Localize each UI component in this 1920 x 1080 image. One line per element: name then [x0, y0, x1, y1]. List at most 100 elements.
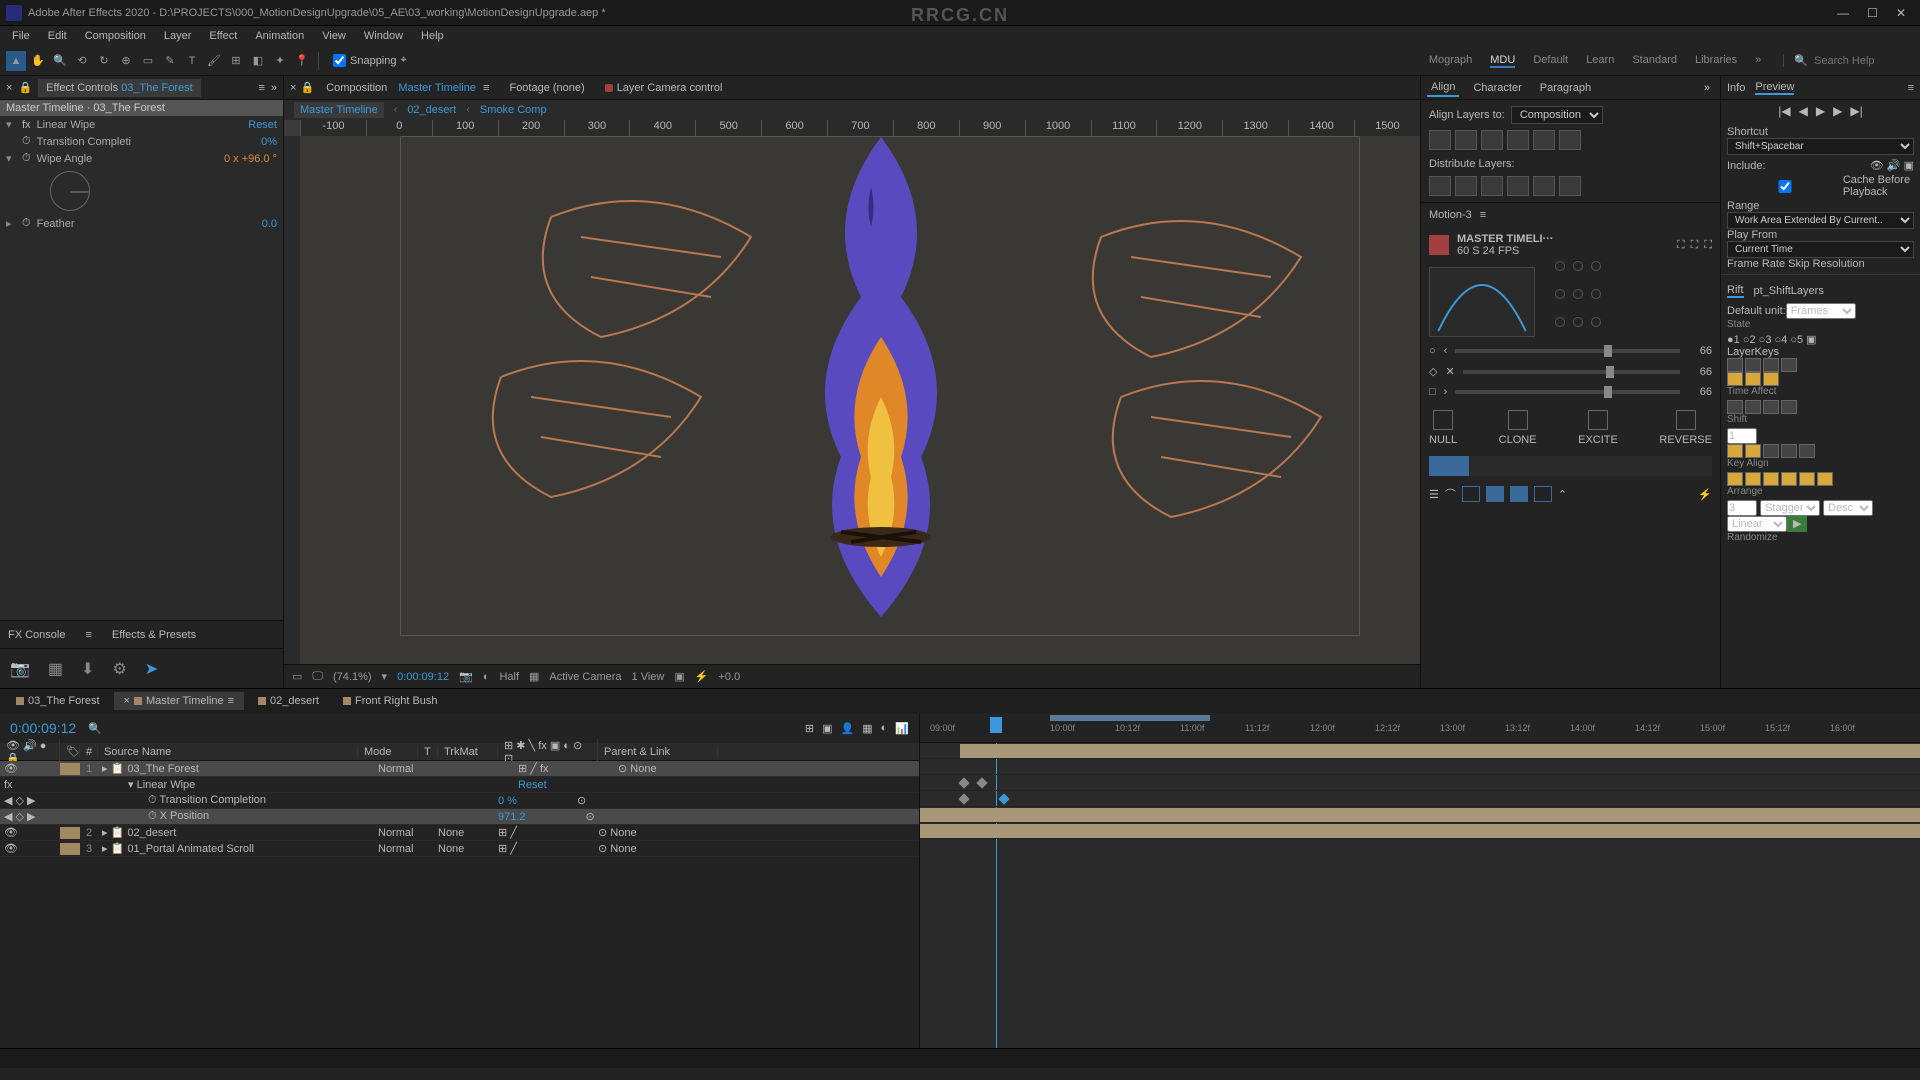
range-dropdown[interactable]: Work Area Extended By Current.. [1727, 212, 1914, 229]
keyframe[interactable] [998, 793, 1009, 804]
workspace-libraries[interactable]: Libraries [1695, 54, 1737, 68]
keyalign-btn[interactable] [1817, 472, 1833, 486]
tab-rift[interactable]: Rift [1727, 284, 1744, 298]
workspace-mdu[interactable]: MDU [1490, 54, 1515, 68]
align-vcenter-button[interactable] [1533, 130, 1555, 150]
distribute-button[interactable] [1481, 176, 1503, 196]
zoom-dropdown[interactable]: (74.1%) [333, 671, 372, 683]
stopwatch-icon[interactable]: ⏱ [22, 135, 31, 148]
timeline-tab[interactable]: 02_desert [248, 692, 329, 710]
ease-slider[interactable] [1463, 370, 1680, 374]
footage-tab[interactable]: Footage (none) [501, 79, 592, 97]
composition-artboard[interactable] [400, 136, 1360, 636]
ease-value[interactable]: 66 [1688, 386, 1712, 398]
rotate-tool[interactable]: ↻ [94, 51, 114, 71]
keyalign-btn[interactable] [1745, 472, 1761, 486]
eraser-tool[interactable]: ◧ [248, 51, 268, 71]
distribute-button[interactable] [1455, 176, 1477, 196]
workspace-learn[interactable]: Learn [1586, 54, 1614, 68]
snapping-toggle[interactable]: Snapping ⌖ [333, 54, 407, 67]
menu-window[interactable]: Window [356, 28, 411, 44]
camera-icon[interactable]: 📷 [10, 659, 30, 679]
rect-tool[interactable]: ▭ [138, 51, 158, 71]
property-track[interactable] [920, 759, 1920, 775]
fullscreen-icon[interactable]: ⛶ [1704, 239, 1712, 252]
ease-slider[interactable] [1455, 349, 1680, 353]
search-input[interactable] [1814, 55, 1914, 67]
null-button[interactable]: NULL [1429, 410, 1457, 446]
resolution-icon[interactable]: ▾ [382, 670, 388, 683]
orbit-tool[interactable]: ⟲ [72, 51, 92, 71]
graph-editor-icon[interactable]: 📊 [895, 722, 909, 735]
panel-expand-icon[interactable]: » [1700, 80, 1714, 96]
comp-close-icon[interactable]: × [290, 82, 296, 94]
last-frame-button[interactable]: ▶| [1850, 104, 1862, 118]
distribute-button[interactable] [1429, 176, 1451, 196]
motion3-tab[interactable]: Motion-3 [1429, 209, 1472, 221]
stagger-dropdown[interactable]: Stagger [1760, 500, 1820, 516]
breadcrumb-item[interactable]: Master Timeline [294, 102, 384, 118]
distribute-button[interactable] [1559, 176, 1581, 196]
clone-button[interactable]: CLONE [1499, 410, 1537, 446]
property-track[interactable] [920, 775, 1920, 791]
motion-blur-icon[interactable]: ◐ [881, 722, 888, 735]
preset-dot[interactable] [1573, 261, 1583, 271]
preset-dot[interactable] [1555, 261, 1565, 271]
ease-value[interactable]: 66 [1688, 366, 1712, 378]
keyalign-btn[interactable] [1763, 472, 1779, 486]
distribute-button[interactable] [1533, 176, 1555, 196]
first-frame-button[interactable]: |◀ [1778, 104, 1790, 118]
shy-icon[interactable]: 👤 [841, 722, 855, 735]
exposure-value[interactable]: +0.0 [718, 671, 740, 683]
effect-reset[interactable]: Reset [248, 119, 277, 131]
menu-help[interactable]: Help [413, 28, 452, 44]
workspace-mograph[interactable]: Mograph [1429, 54, 1472, 68]
menu-effect[interactable]: Effect [201, 28, 245, 44]
desc-dropdown[interactable]: Desc [1823, 500, 1873, 516]
bolt-icon[interactable]: ⚡ [1698, 488, 1712, 501]
tab-preview[interactable]: Preview [1755, 81, 1794, 95]
menu-edit[interactable]: Edit [40, 28, 75, 44]
canvas[interactable] [300, 136, 1420, 664]
linear-dropdown[interactable]: Linear [1727, 516, 1787, 532]
align-right-button[interactable] [1481, 130, 1503, 150]
camera-dropdown[interactable]: Active Camera [549, 671, 621, 683]
ease-in-icon[interactable]: ○ [1429, 345, 1436, 357]
hand-tool[interactable]: ✋ [28, 51, 48, 71]
timeline-tab[interactable]: 03_The Forest [6, 692, 110, 710]
stopwatch-icon[interactable]: ⏱ [22, 152, 31, 165]
key-btn[interactable] [1727, 372, 1743, 386]
preset-dot[interactable] [1591, 289, 1601, 299]
stopwatch-icon[interactable]: ⏱ [22, 217, 31, 230]
shift-btn[interactable] [1745, 444, 1761, 458]
state-save-button[interactable]: ▣ [1806, 334, 1816, 346]
menu-layer[interactable]: Layer [156, 28, 200, 44]
layer-tab[interactable]: Layer Camera control [597, 79, 731, 97]
breadcrumb-item[interactable]: Smoke Comp [480, 104, 547, 116]
fast-preview-icon[interactable]: ⚡ [695, 670, 709, 683]
shortcut-dropdown[interactable]: Shift+Spacebar [1727, 138, 1914, 155]
time-btn[interactable] [1745, 400, 1761, 414]
effects-presets-label[interactable]: Effects & Presets [112, 629, 196, 641]
ease-value[interactable]: 66 [1688, 345, 1712, 357]
resolution-dropdown[interactable]: Half [499, 671, 519, 683]
preset-dot[interactable] [1591, 317, 1601, 327]
motion3-curve[interactable] [1429, 267, 1535, 337]
display-icon[interactable]: 🖵 [312, 670, 323, 683]
panel-expand-icon[interactable]: » [271, 82, 277, 94]
timeline-layer[interactable]: 👁 2 ▸ 📋 02_desert NormalNone ⊞ ╱ ⊙ None [0, 825, 919, 841]
keyframe[interactable] [958, 793, 969, 804]
time-btn[interactable] [1781, 400, 1797, 414]
next-frame-button[interactable]: ▶ [1833, 104, 1842, 118]
up-icon[interactable]: ⌃ [1558, 488, 1567, 501]
ease-arrow-icon[interactable]: › [1444, 386, 1448, 398]
selection-tool[interactable]: ▲ [6, 51, 26, 71]
arrange-input[interactable] [1727, 500, 1757, 516]
preset-dot[interactable] [1573, 317, 1583, 327]
time-btn[interactable] [1763, 400, 1779, 414]
layer-btn[interactable] [1727, 358, 1743, 372]
magnify-icon[interactable]: ▭ [292, 670, 302, 683]
key-btn[interactable] [1745, 372, 1761, 386]
puppet-tool[interactable]: 📍 [292, 51, 312, 71]
mode-button[interactable] [1486, 486, 1504, 502]
